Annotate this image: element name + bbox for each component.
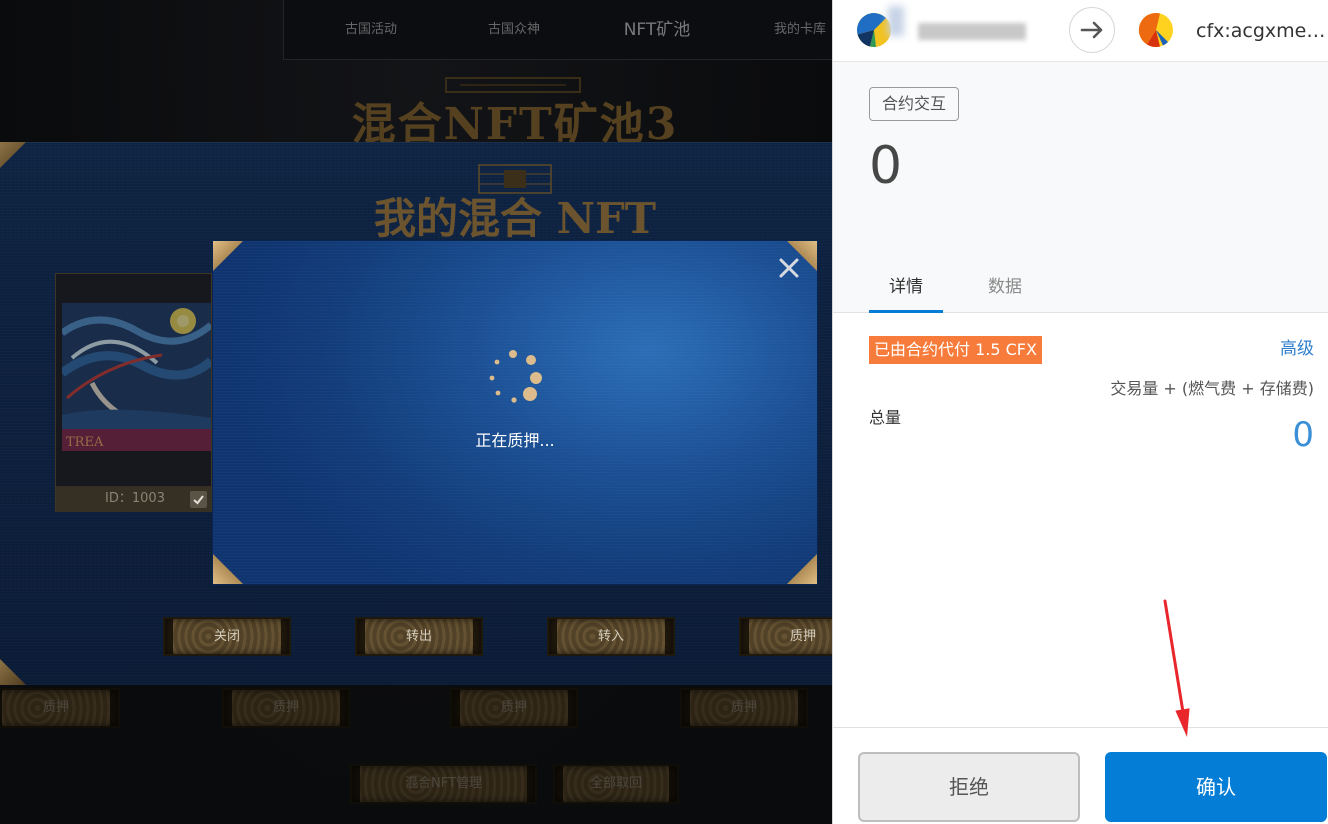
tab-details[interactable]: 详情 (869, 265, 943, 313)
reject-button[interactable]: 拒绝 (858, 752, 1080, 822)
panel-title: 我的混合 NFT (373, 194, 657, 243)
title-ornament-icon (445, 77, 581, 93)
card-id-bar: ID：1003 (56, 486, 211, 512)
close-button[interactable]: 关闭 (163, 617, 291, 656)
nav-tab-gods[interactable]: 古国众神 (454, 0, 574, 60)
wallet-header: cfx:acgxme… (833, 0, 1328, 62)
contract-avatar-icon (1138, 12, 1173, 48)
account-name-redacted (888, 6, 904, 36)
nav-tab-activity[interactable]: 古国活动 (311, 0, 431, 60)
modal-corner-ornament (213, 241, 243, 271)
footer-divider (833, 727, 1328, 728)
nav-tab-nft-pool[interactable]: NFT矿池 (597, 0, 717, 60)
tx-type-badge: 合约交互 (869, 87, 960, 121)
advanced-link[interactable]: 高级 (1280, 337, 1314, 361)
transfer-out-button[interactable]: 转出 (355, 617, 483, 656)
stake-button[interactable]: 质押 (222, 688, 350, 728)
game-page: 古国活动 古国众神 NFT矿池 我的卡库 混合NFT矿池3 我的混合 NFT T… (0, 0, 832, 824)
stake-button[interactable]: 质押 (739, 617, 832, 656)
tab-label: 数据 (988, 277, 1022, 297)
total-label: 总量 (869, 408, 902, 427)
top-nav: 古国活动 古国众神 NFT矿池 我的卡库 (283, 0, 832, 60)
modal-corner-ornament (213, 554, 243, 584)
nft-card[interactable]: TREA ID：1003 (55, 273, 212, 512)
nft-artwork: TREA (62, 303, 211, 451)
check-icon[interactable] (190, 491, 207, 508)
total-value: 0 (1292, 415, 1314, 455)
staking-modal: 正在质押... (213, 241, 817, 584)
stake-button[interactable]: 质押 (0, 688, 120, 728)
staking-status-text: 正在质押... (475, 431, 555, 450)
annotation-arrow-icon (1163, 599, 1190, 737)
nft-art-text: TREA (66, 435, 104, 450)
tab-data[interactable]: 数据 (968, 265, 1042, 313)
transfer-in-button[interactable]: 转入 (547, 617, 675, 656)
tab-active-underline (869, 310, 943, 313)
direction-indicator (1069, 7, 1115, 53)
spinner-icon (489, 350, 542, 403)
modal-corner-ornament (787, 554, 817, 584)
confirm-button[interactable]: 确认 (1105, 752, 1327, 822)
wallet-popup: cfx:acgxme… 合约交互 0 详情 数据 已由合约代付 1.5 CFX … (832, 0, 1328, 824)
stake-button[interactable]: 质押 (680, 688, 808, 728)
tab-label: 详情 (889, 277, 923, 297)
recipient-address: cfx:acgxme… (1196, 20, 1326, 42)
nav-tab-my-cards[interactable]: 我的卡库 (740, 0, 832, 60)
stake-button[interactable]: 质押 (450, 688, 578, 728)
card-id-label: ID：1003 (105, 491, 165, 506)
close-icon[interactable] (777, 256, 801, 280)
arrow-right-icon (1080, 21, 1103, 39)
account-avatar-icon[interactable] (856, 12, 892, 48)
mixed-nft-manage-button[interactable]: 混合NFT管理 (350, 764, 537, 804)
account-name-redacted (918, 23, 1026, 40)
transaction-summary: 合约交互 0 详情 数据 (833, 62, 1328, 313)
tx-amount: 0 (869, 136, 903, 196)
sponsor-badge: 已由合约代付 1.5 CFX (869, 336, 1042, 364)
withdraw-all-button[interactable]: 全部取回 (553, 764, 679, 804)
total-formula: 交易量 + (燃气费 + 存储费) (1110, 379, 1314, 398)
